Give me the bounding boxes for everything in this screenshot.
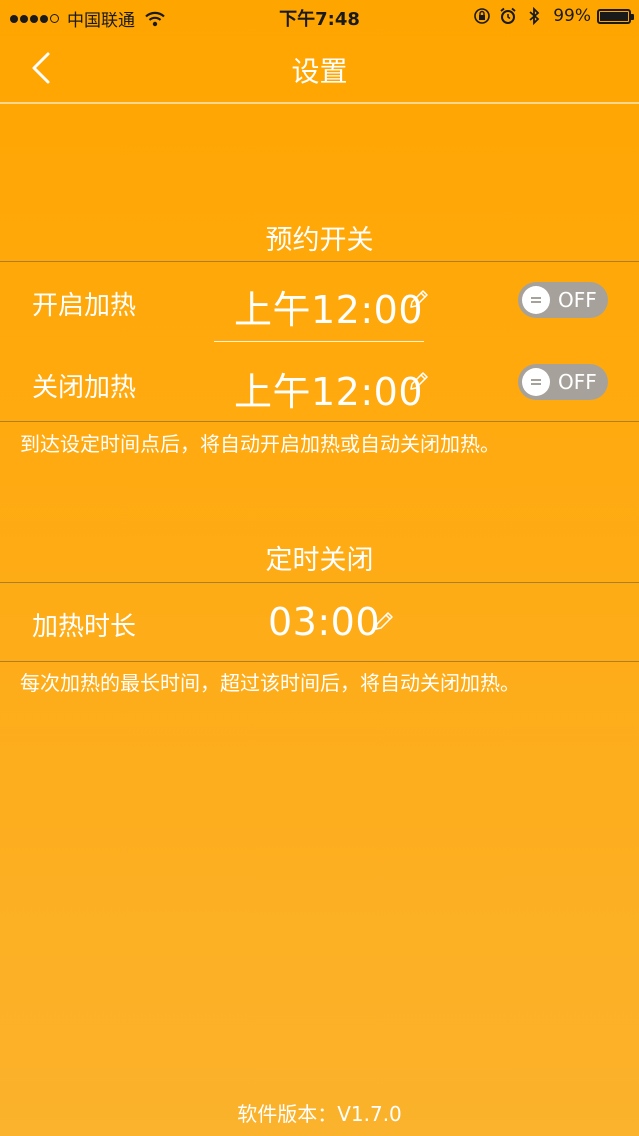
timer-top-divider <box>0 582 639 583</box>
page-title: 设置 <box>291 55 348 88</box>
timer-hint: 每次加热的最长时间，超过该时间后，将自动关闭加热。 <box>20 671 520 695</box>
alarm-icon <box>500 7 516 24</box>
pencil-icon[interactable] <box>408 370 430 392</box>
heat-off-time[interactable]: 上午12:00 <box>234 361 423 416</box>
heat-on-time[interactable]: 上午12:00 <box>234 279 423 334</box>
battery-percentage: 99% <box>553 6 591 26</box>
bluetooth-icon <box>529 7 540 25</box>
schedule-bottom-divider <box>0 421 639 422</box>
heat-duration-time[interactable]: 03:00 <box>268 600 380 644</box>
nav-divider <box>0 102 639 104</box>
battery-icon <box>597 8 634 24</box>
schedule-section-title: 预约开关 <box>265 225 374 256</box>
toggle-state-label: OFF <box>558 370 597 394</box>
nav-bar: 设置 <box>0 34 639 102</box>
schedule-hint: 到达设定时间点后，将自动开启加热或自动关闭加热。 <box>20 432 500 456</box>
pencil-icon[interactable] <box>408 288 430 310</box>
schedule-top-divider <box>0 261 639 262</box>
heat-off-toggle[interactable]: OFF <box>518 364 608 400</box>
time-edit-underline <box>214 341 424 342</box>
heat-duration-label: 加热时长 <box>32 612 137 642</box>
lock-rotation-icon <box>474 8 491 24</box>
status-bar: 中国联通 下午7:48 99% <box>0 0 639 34</box>
toggle-state-label: OFF <box>558 288 597 312</box>
status-right: 99% <box>465 6 634 26</box>
toggle-knob <box>522 368 550 396</box>
toggle-knob <box>522 286 550 314</box>
timer-bottom-divider <box>0 661 639 662</box>
heat-on-toggle[interactable]: OFF <box>518 282 608 318</box>
software-version: 软件版本：V1.7.0 <box>237 1102 402 1126</box>
heat-off-label: 关闭加热 <box>32 373 137 403</box>
timer-section-title: 定时关闭 <box>265 545 374 576</box>
heat-on-label: 开启加热 <box>32 291 137 321</box>
pencil-icon[interactable] <box>373 610 395 632</box>
